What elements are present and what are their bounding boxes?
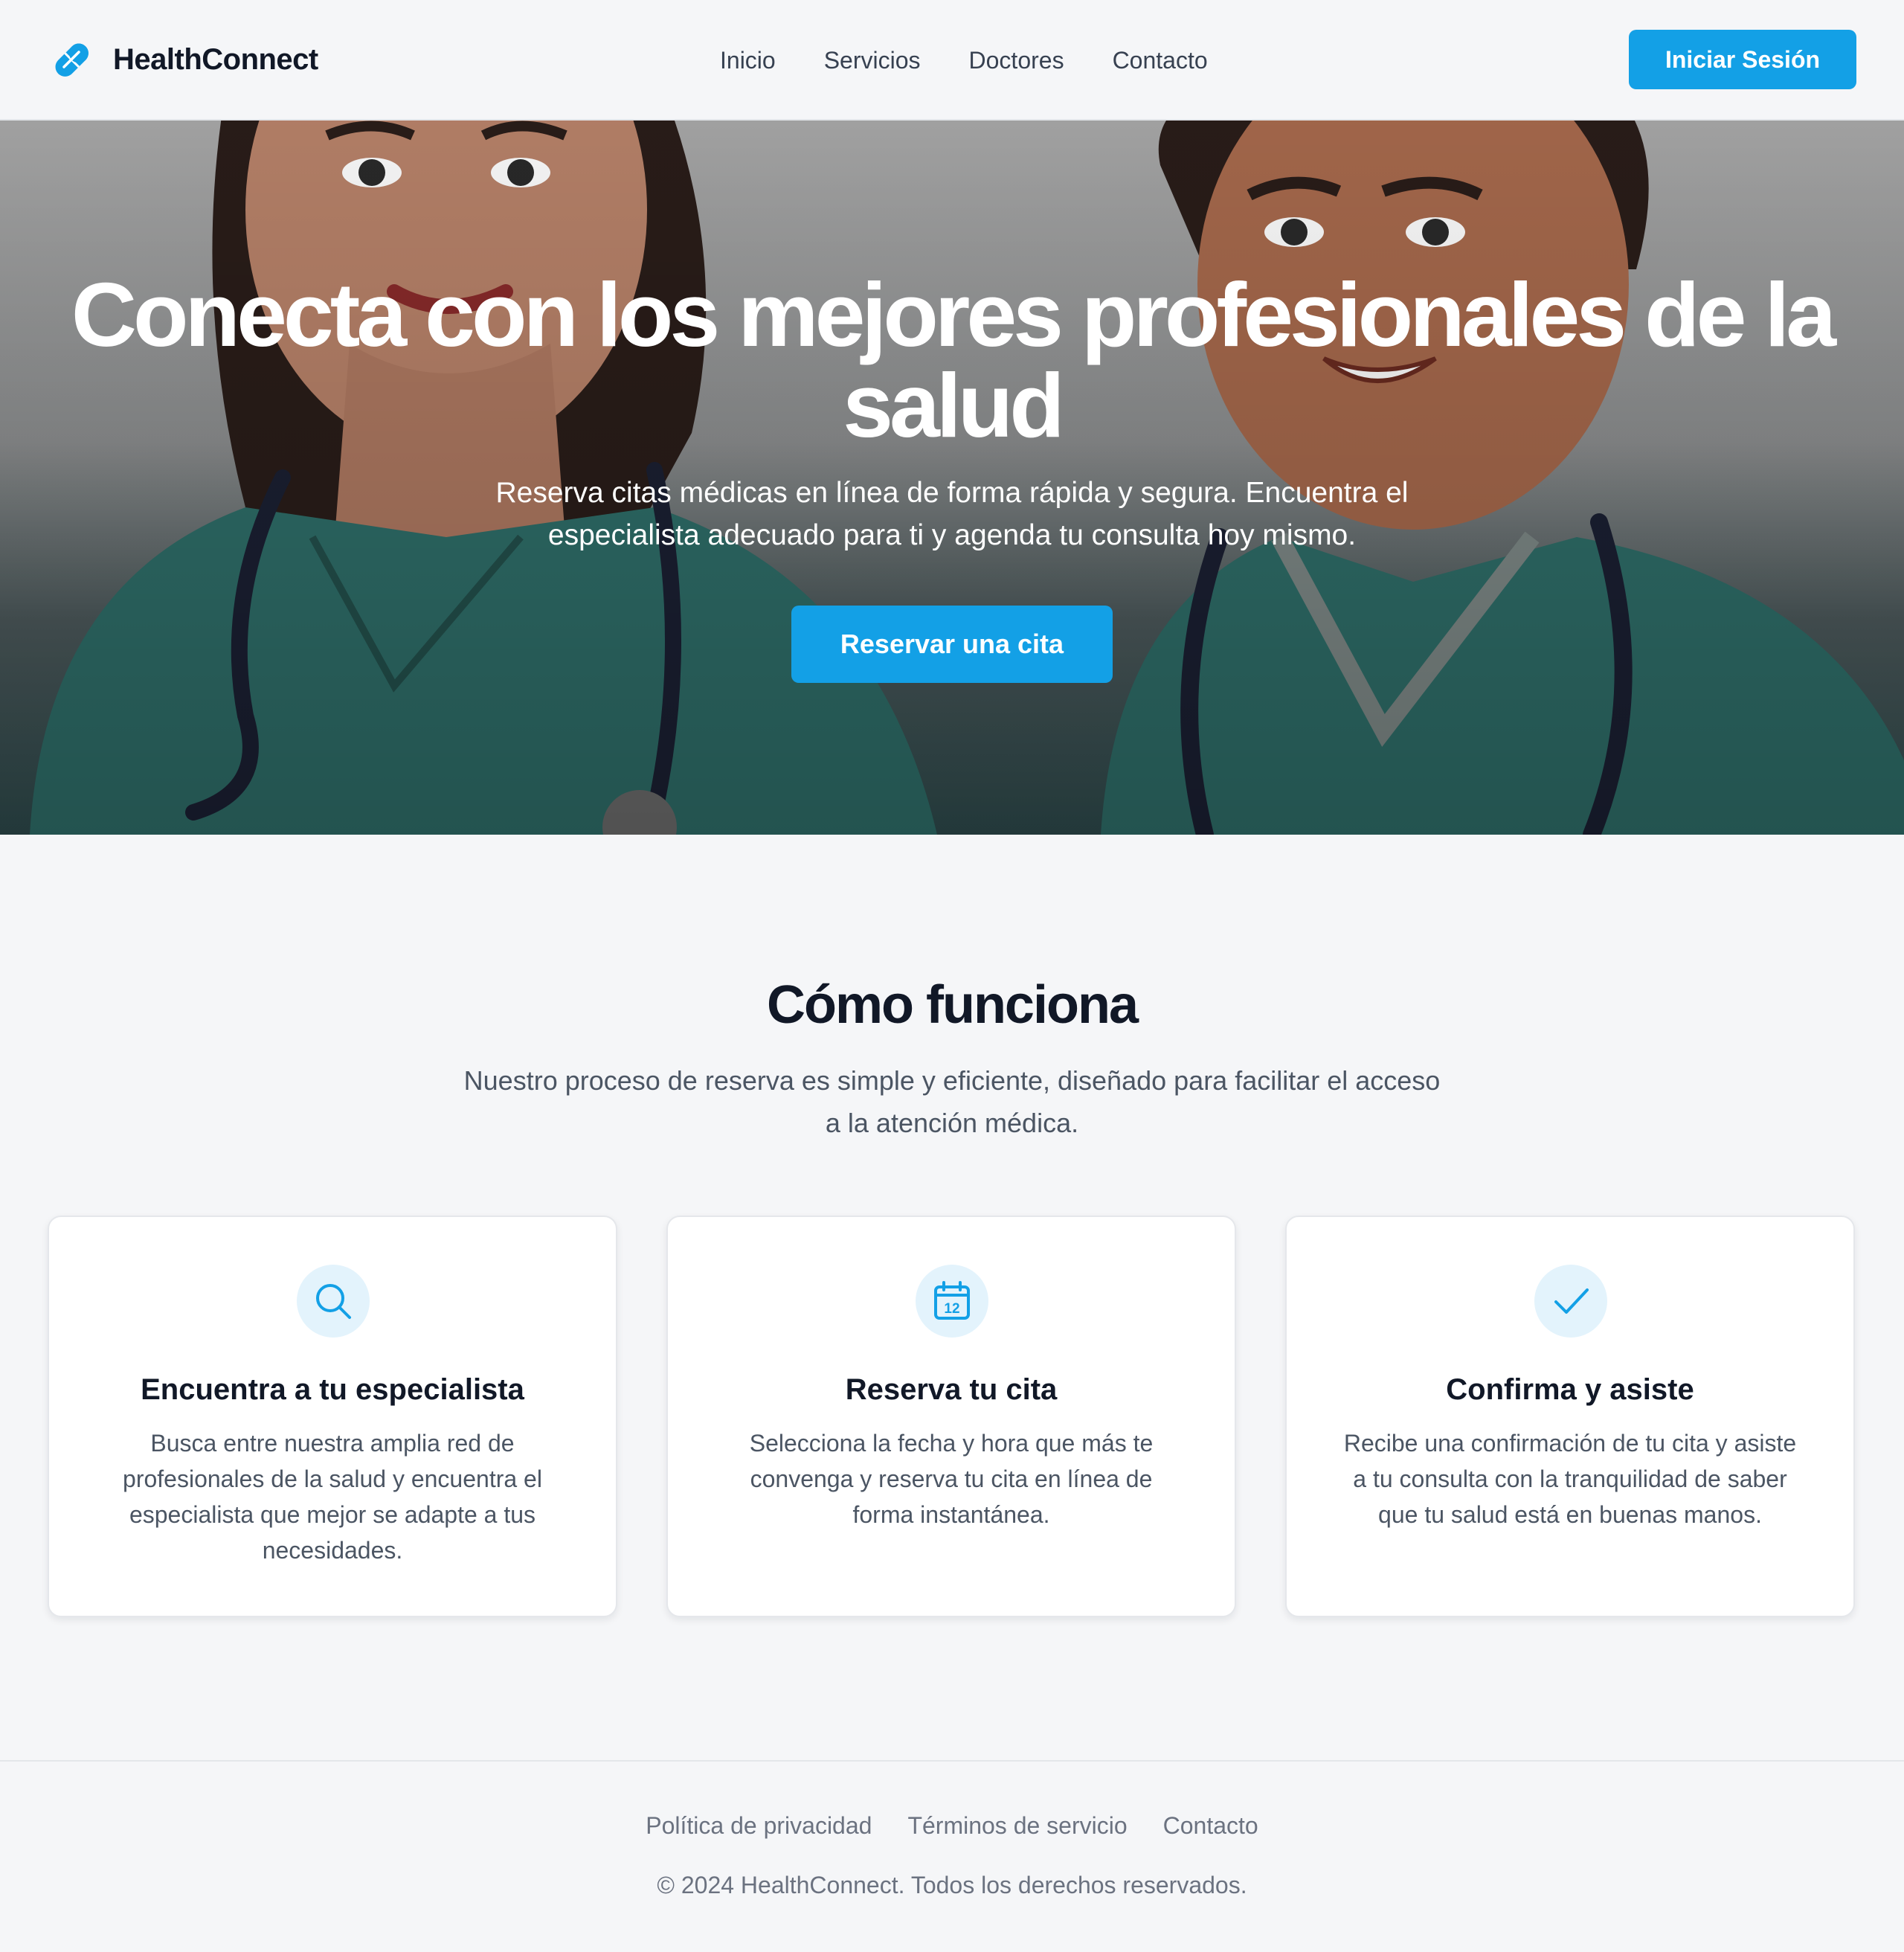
card-title: Confirma y asiste [1446, 1373, 1694, 1406]
hero-subtitle: Reserva citas médicas en línea de forma … [495, 477, 1409, 551]
step-card-find: Encuentra a tu especialista Busca entre … [48, 1216, 617, 1617]
card-text: Selecciona la fecha y hora que más te co… [749, 1430, 1154, 1528]
brand[interactable]: HealthConnect [49, 37, 318, 82]
card-title: Reserva tu cita [845, 1373, 1058, 1406]
copyright: © 2024 HealthConnect. Todos los derechos… [657, 1872, 1247, 1898]
hero-section: Conecta con los mejores profesionales de… [0, 121, 1904, 835]
step-card-confirm: Confirma y asiste Recibe una confirmació… [1285, 1216, 1855, 1617]
main-nav: Inicio Servicios Doctores Contacto [720, 42, 1208, 79]
footer-links: Política de privacidad Términos de servi… [0, 1812, 1904, 1840]
card-title: Encuentra a tu especialista [141, 1373, 524, 1406]
login-button[interactable]: Iniciar Sesión [1629, 30, 1856, 89]
site-footer: Política de privacidad Términos de servi… [0, 1760, 1904, 1952]
step-card-book: 12 Reserva tu cita Selecciona la fecha y… [666, 1216, 1236, 1617]
book-appointment-button[interactable]: Reservar una cita [791, 606, 1113, 683]
logo-icon [55, 43, 89, 77]
section-title: Cómo funciona [767, 975, 1139, 1035]
footer-link-terms[interactable]: Términos de servicio [907, 1812, 1127, 1840]
card-text: Recibe una confirmación de tu cita y asi… [1343, 1430, 1797, 1528]
brand-name: HealthConnect [113, 42, 318, 76]
check-icon [1534, 1265, 1607, 1338]
nav-doctores[interactable]: Doctores [969, 47, 1064, 74]
hero-title: Conecta con los mejores profesionales de… [71, 264, 1836, 456]
search-icon [297, 1265, 370, 1338]
nav-contacto[interactable]: Contacto [1113, 47, 1208, 74]
site-header: HealthConnect Inicio Servicios Doctores … [0, 0, 1904, 121]
calendar-day-label: 12 [944, 1301, 959, 1317]
calendar-icon: 12 [916, 1265, 988, 1338]
footer-link-contact[interactable]: Contacto [1163, 1812, 1258, 1840]
footer-link-privacy[interactable]: Política de privacidad [646, 1812, 872, 1840]
nav-inicio[interactable]: Inicio [720, 47, 776, 74]
card-text: Busca entre nuestra amplia red de profes… [123, 1430, 542, 1564]
section-subtitle: Nuestro proceso de reserva es simple y e… [463, 1065, 1441, 1138]
nav-servicios[interactable]: Servicios [824, 47, 921, 74]
